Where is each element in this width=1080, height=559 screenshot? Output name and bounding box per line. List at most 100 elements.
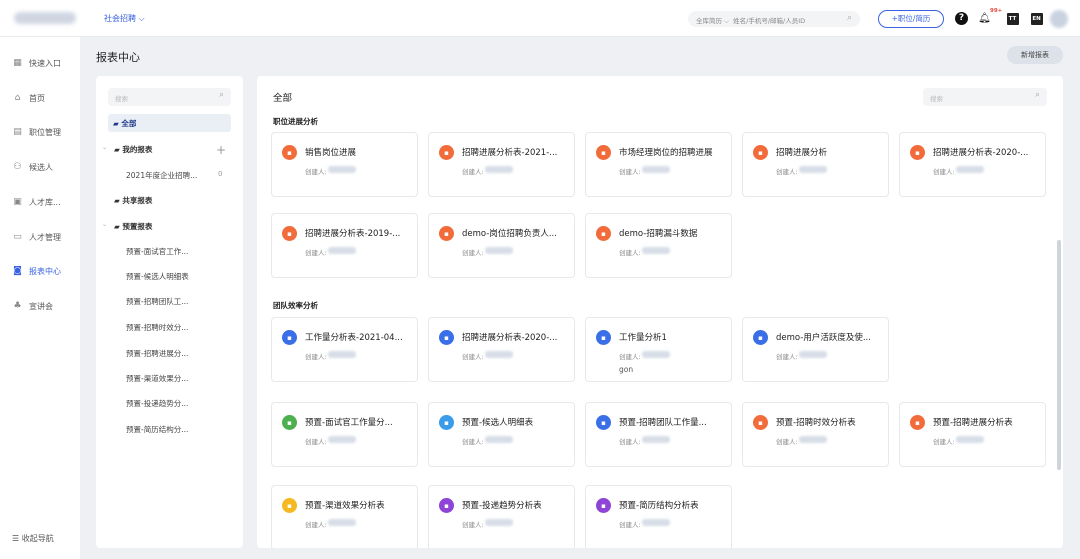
nav-label: 职位管理 xyxy=(29,127,61,137)
nav-item-quick-entry[interactable]: ▦ 快速入口 xyxy=(0,52,80,74)
report-card[interactable]: ▪ 预置-招聘进展分析表 创建人: xyxy=(899,402,1046,467)
help-icon[interactable]: ? xyxy=(954,11,969,26)
tree-item-preset[interactable]: 预置-投递趋势分... xyxy=(126,398,188,409)
avatar[interactable] xyxy=(1050,10,1068,28)
report-card[interactable]: ▪ 预置-简历结构分析表 创建人: xyxy=(585,485,732,548)
tree-item-preset[interactable]: 预置-候选人明细表 xyxy=(126,271,189,282)
report-card[interactable]: ▪ 预置-投递趋势分析表 创建人: xyxy=(428,485,575,548)
chevron-down-icon[interactable]: ⌄ xyxy=(102,221,107,228)
folder-icon: ▰ xyxy=(114,222,120,231)
report-card[interactable]: ▪ 预置-招聘团队工作量... 创建人: xyxy=(585,402,732,467)
chevron-down-icon[interactable]: ⌄ xyxy=(102,144,107,151)
report-icon: ▪ xyxy=(596,330,611,345)
creator-label: 创建人: xyxy=(305,521,327,529)
report-name: demo-岗位招聘负责人... xyxy=(462,229,557,239)
creator-label: 创建人: xyxy=(933,168,955,176)
report-search-input[interactable]: 搜索 ⌕ xyxy=(923,88,1047,106)
report-name: 招聘进展分析表-2020-... xyxy=(462,333,558,343)
creator-label: 创建人: xyxy=(619,168,641,176)
report-card[interactable]: ▪ 工作量分析1 创建人: gon xyxy=(585,317,732,382)
nav-item-home[interactable]: ⌂ 首页 xyxy=(0,87,80,109)
tree-item-my-report-child[interactable]: 2021年度企业招聘... xyxy=(126,170,197,181)
tree-item-preset[interactable]: 预置-招聘时效分... xyxy=(126,322,188,333)
report-card[interactable]: ▪ 市场经理岗位的招聘进展 创建人: xyxy=(585,132,732,197)
creator-label: 创建人: xyxy=(305,438,327,446)
tree-item-shared-reports[interactable]: ▰ 共享报表 xyxy=(114,195,152,206)
nav-item-positions[interactable]: ▤ 职位管理 xyxy=(0,121,80,143)
search-scope-select[interactable]: 全库简历 xyxy=(696,17,722,25)
company-logo[interactable] xyxy=(14,12,76,24)
report-icon: ▪ xyxy=(439,145,454,160)
report-card[interactable]: ▪ 招聘进展分析表-2019-... 创建人: xyxy=(271,213,418,278)
nav-label: 宣讲会 xyxy=(29,301,53,311)
report-name: 预置-招聘时效分析表 xyxy=(776,418,856,428)
nav-label: 快速入口 xyxy=(29,58,61,68)
tree-label: 全部 xyxy=(121,119,137,128)
tree-item-count: 0 xyxy=(218,170,223,178)
report-card[interactable]: ▪ demo-招聘漏斗数据 创建人: xyxy=(585,213,732,278)
tree-item-all[interactable]: ▰ 全部 xyxy=(108,114,231,132)
search-icon[interactable]: ⌕ xyxy=(1035,90,1040,100)
notification-badge: 99+ xyxy=(990,8,1003,14)
nav-item-seminar[interactable]: ♣ 宣讲会 xyxy=(0,295,80,317)
creator-label: 创建人: xyxy=(462,521,484,529)
scrollbar[interactable] xyxy=(1057,240,1061,470)
report-card[interactable]: ▪ 预置-面试官工作量分... 创建人: xyxy=(271,402,418,467)
creator-label: 创建人: xyxy=(462,249,484,257)
nav-item-candidates[interactable]: ⚇ 候选人 xyxy=(0,156,80,178)
new-report-button[interactable]: 新增报表 xyxy=(1007,46,1063,64)
tree-search-input[interactable]: 搜索 ⌕ xyxy=(108,88,231,106)
language-icon[interactable]: EN xyxy=(1029,11,1044,26)
chevron-down-icon: ⌵ xyxy=(138,14,145,23)
nav-label: 首页 xyxy=(29,93,45,103)
report-name: 预置-简历结构分析表 xyxy=(619,501,699,511)
report-icon: ▪ xyxy=(282,330,297,345)
report-card[interactable]: ▪ 预置-渠道效果分析表 创建人: xyxy=(271,485,418,548)
global-search[interactable]: 全库简历 ⌵ 姓名/手机号/邮箱/人员ID ⌕ xyxy=(688,11,860,27)
report-name: 预置-投递趋势分析表 xyxy=(462,501,542,511)
tree-item-my-reports[interactable]: ▰ 我的报表 xyxy=(114,144,152,155)
report-card[interactable]: ▪ demo-用户活跃度及使... 创建人: xyxy=(742,317,889,382)
nav-item-talent-pool[interactable]: ▣ 人才库... xyxy=(0,191,80,213)
tree-item-preset[interactable]: 预置-简历结构分... xyxy=(126,424,188,435)
creator-label: 创建人: xyxy=(305,353,327,361)
tree-item-preset[interactable]: 预置-招聘进展分... xyxy=(126,348,188,359)
report-card[interactable]: ▪ 预置-招聘时效分析表 创建人: xyxy=(742,402,889,467)
creator-label: 创建人: xyxy=(619,521,641,529)
report-card[interactable]: ▪ 招聘进展分析表-2020-... 创建人: xyxy=(899,132,1046,197)
tree-item-preset[interactable]: 预置-面试官工作... xyxy=(126,246,188,257)
search-icon[interactable]: ⌕ xyxy=(847,13,852,23)
doc-icon[interactable]: TT xyxy=(1005,11,1020,26)
report-card[interactable]: ▪ 工作量分析表-2021-04... 创建人: xyxy=(271,317,418,382)
tree-label: 共享报表 xyxy=(122,196,153,205)
creator-name-redacted xyxy=(328,351,356,358)
report-card[interactable]: ▪ 招聘进展分析表-2021-... 创建人: xyxy=(428,132,575,197)
nav-label: 报表中心 xyxy=(29,266,61,276)
report-name: 工作量分析表-2021-04... xyxy=(305,333,403,343)
report-icon: ▪ xyxy=(282,498,297,513)
report-card[interactable]: ▪ demo-岗位招聘负责人... 创建人: xyxy=(428,213,575,278)
add-folder-icon[interactable]: + xyxy=(216,143,226,157)
folder-icon: ▭ xyxy=(13,232,22,242)
workspace-switcher[interactable]: 社会招聘 ⌵ xyxy=(104,13,145,24)
tree-item-preset[interactable]: 预置-招聘团队工... xyxy=(126,296,188,307)
report-icon: ▪ xyxy=(753,145,768,160)
report-icon: ▪ xyxy=(596,415,611,430)
report-card[interactable]: ▪ 销售岗位进展 创建人: xyxy=(271,132,418,197)
creator-label: 创建人: xyxy=(462,168,484,176)
tree-item-preset-reports[interactable]: ▰ 预置报表 xyxy=(114,221,152,232)
report-icon: ▪ xyxy=(910,415,925,430)
creator-name-redacted xyxy=(328,166,356,173)
nav-item-report-center[interactable]: ◙ 报表中心 xyxy=(0,260,80,282)
report-icon: ▪ xyxy=(282,145,297,160)
report-name: 销售岗位进展 xyxy=(305,148,357,158)
report-card[interactable]: ▪ 招聘进展分析表-2020-... 创建人: xyxy=(428,317,575,382)
tree-item-preset[interactable]: 预置-渠道效果分... xyxy=(126,373,188,384)
report-card[interactable]: ▪ 招聘进展分析 创建人: xyxy=(742,132,889,197)
report-icon: ▪ xyxy=(439,330,454,345)
report-card[interactable]: ▪ 预置-候选人明细表 创建人: xyxy=(428,402,575,467)
collapse-nav-button[interactable]: ☰ 收起导航 xyxy=(12,533,54,544)
nav-item-talent-management[interactable]: ▭ 人才管理 xyxy=(0,226,80,248)
search-icon[interactable]: ⌕ xyxy=(219,90,224,100)
add-position-resume-button[interactable]: +职位/简历 xyxy=(878,10,944,28)
